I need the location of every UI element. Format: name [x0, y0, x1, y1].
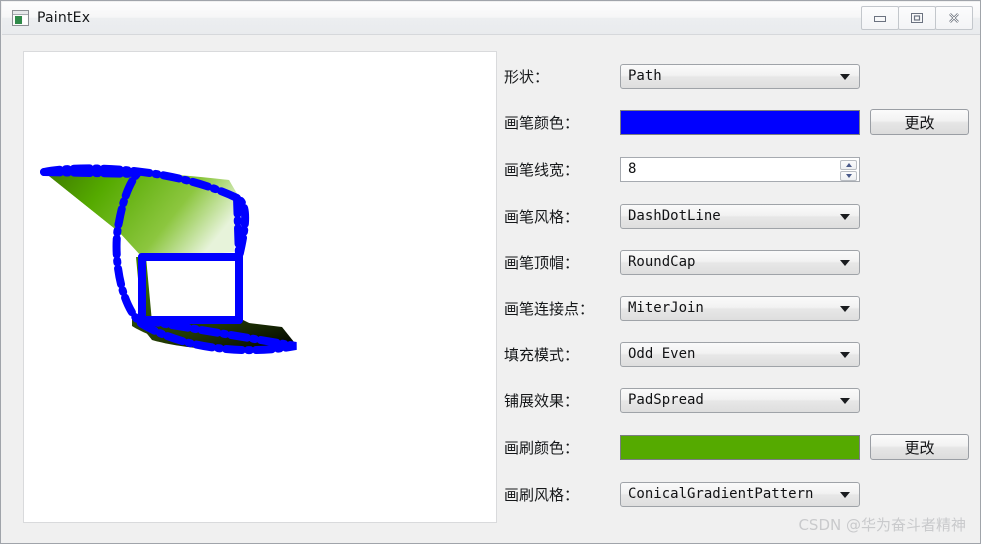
- label-pen-color: 画笔颜色：: [504, 113, 580, 132]
- label-fill-mode: 填充模式：: [504, 345, 580, 364]
- brush-style-combo-value: ConicalGradientPattern: [628, 486, 814, 502]
- window-controls: [861, 6, 973, 30]
- row-fill-mode: 填充模式： Odd Even: [504, 341, 974, 367]
- row-brush-color: 画刷颜色： 更改: [504, 434, 974, 460]
- row-pen-color: 画笔颜色： 更改: [504, 109, 974, 135]
- triangle-up-icon: [845, 162, 852, 167]
- chevron-down-icon: [840, 398, 850, 404]
- label-pen-cap: 画笔顶帽：: [504, 253, 580, 272]
- shape-combo-value: Path: [628, 68, 662, 84]
- pen-join-combo[interactable]: MiterJoin: [620, 295, 860, 321]
- row-pen-style: 画笔风格： DashDotLine: [504, 203, 974, 229]
- pen-cap-combo-value: RoundCap: [628, 254, 696, 270]
- pen-join-combo-value: MiterJoin: [628, 300, 704, 316]
- label-brush-style: 画刷风格：: [504, 485, 580, 504]
- spread-combo-value: PadSpread: [628, 392, 704, 408]
- chevron-down-icon: [840, 352, 850, 358]
- row-spread: 铺展效果： PadSpread: [504, 387, 974, 413]
- close-button[interactable]: [935, 6, 973, 30]
- label-pen-style: 画笔风格：: [504, 207, 580, 226]
- fill-mode-combo-value: Odd Even: [628, 346, 696, 362]
- brush-color-change-button[interactable]: 更改: [870, 434, 969, 460]
- chevron-down-icon: [840, 214, 850, 220]
- label-pen-width: 画笔线宽：: [504, 160, 580, 179]
- pen-color-change-button[interactable]: 更改: [870, 109, 969, 135]
- drawing-canvas[interactable]: [23, 51, 497, 523]
- row-pen-cap: 画笔顶帽： RoundCap: [504, 249, 974, 275]
- pen-color-swatch[interactable]: [620, 109, 860, 135]
- window-title: PaintEx: [37, 10, 91, 26]
- pen-style-combo[interactable]: DashDotLine: [620, 203, 860, 229]
- row-brush-style: 画刷风格： ConicalGradientPattern: [504, 481, 974, 507]
- watermark: CSDN @华为奋斗者精神: [798, 516, 966, 534]
- stepper-down-button[interactable]: [840, 170, 857, 181]
- label-brush-color: 画刷颜色：: [504, 438, 580, 457]
- title-bar: PaintEx: [2, 2, 980, 35]
- maximize-button[interactable]: [898, 6, 936, 30]
- row-pen-width: 画笔线宽： 8: [504, 156, 974, 182]
- chevron-down-icon: [840, 74, 850, 80]
- chevron-down-icon: [840, 306, 850, 312]
- chevron-down-icon: [840, 260, 850, 266]
- pen-width-value: 8: [628, 161, 637, 177]
- minimize-button[interactable]: [861, 6, 899, 30]
- triangle-down-icon: [845, 173, 852, 178]
- properties-panel: 形状： Path 画笔颜色： 更改 画笔线宽： 8 画笔风格： DashDotL…: [504, 51, 974, 523]
- row-shape: 形状： Path: [504, 63, 974, 89]
- label-pen-join: 画笔连接点：: [504, 299, 595, 318]
- app-window-image-icon: [12, 10, 29, 26]
- painted-path: [40, 164, 297, 355]
- paintex-window: PaintEx 形状： Path 画笔颜色： 更改 画笔线宽： 8 画笔风格： …: [0, 0, 981, 544]
- shape-combo[interactable]: Path: [620, 63, 860, 89]
- row-pen-join: 画笔连接点： MiterJoin: [504, 295, 974, 321]
- spread-combo[interactable]: PadSpread: [620, 387, 860, 413]
- label-shape: 形状：: [504, 67, 550, 86]
- brush-color-swatch[interactable]: [620, 434, 860, 460]
- pen-width-stepper[interactable]: [840, 159, 857, 181]
- fill-mode-combo[interactable]: Odd Even: [620, 341, 860, 367]
- label-spread: 铺展效果：: [504, 391, 580, 410]
- stepper-up-button[interactable]: [840, 159, 857, 170]
- close-icon: [949, 13, 959, 23]
- maximize-icon: [911, 13, 923, 23]
- pen-style-combo-value: DashDotLine: [628, 208, 721, 224]
- chevron-down-icon: [840, 492, 850, 498]
- brush-style-combo[interactable]: ConicalGradientPattern: [620, 481, 860, 507]
- minimize-icon: [874, 16, 886, 22]
- pen-width-spinbox[interactable]: 8: [620, 156, 860, 182]
- pen-cap-combo[interactable]: RoundCap: [620, 249, 860, 275]
